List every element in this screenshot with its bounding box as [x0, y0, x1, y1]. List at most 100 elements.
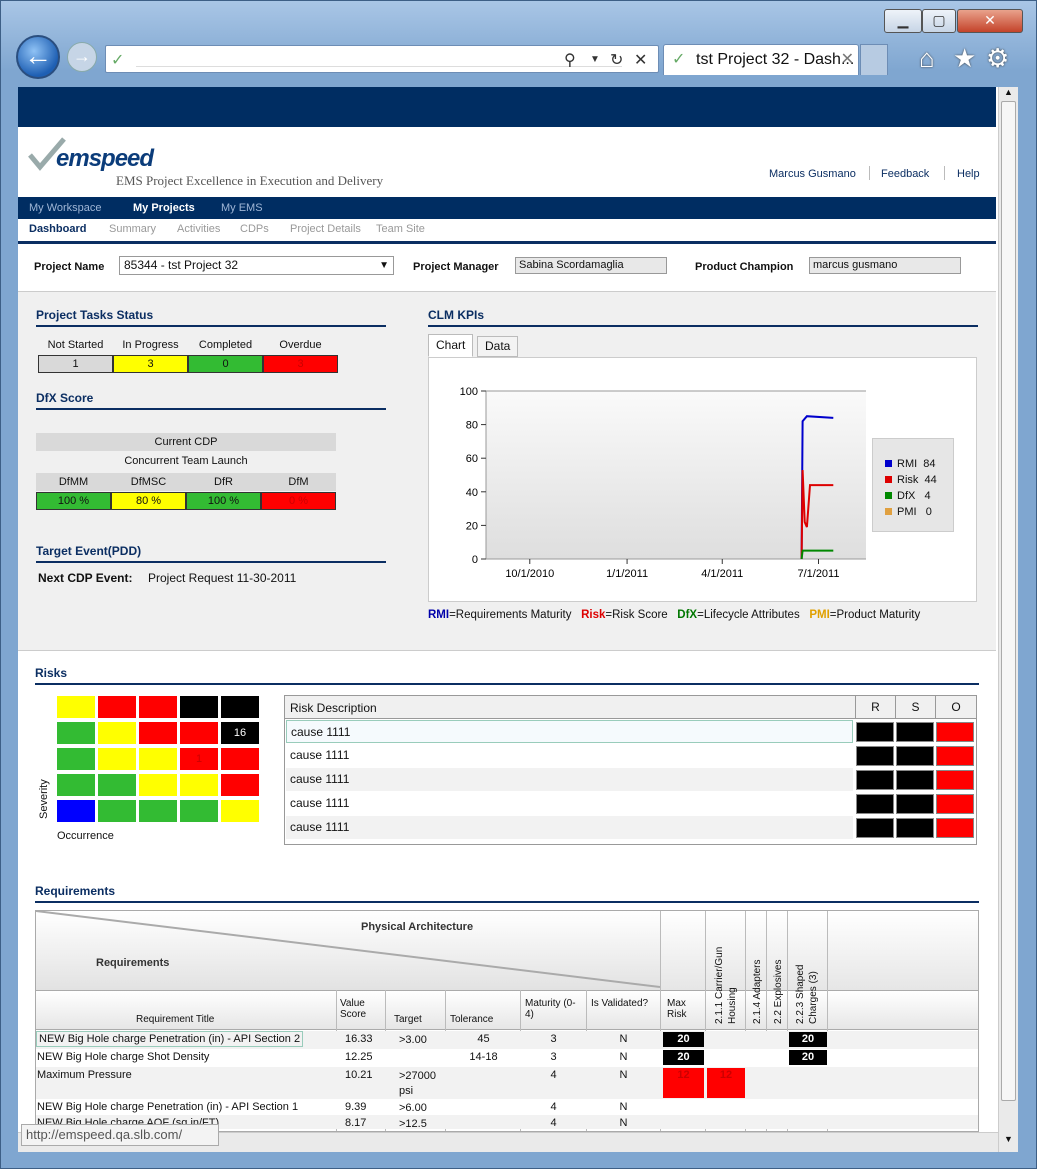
project-name-select[interactable]: 85344 - tst Project 32 ▼ [119, 256, 394, 275]
subnav-project-details[interactable]: Project Details [290, 223, 361, 235]
help-link[interactable]: Help [957, 168, 980, 180]
nav-my-workspace[interactable]: My Workspace [29, 202, 102, 214]
risk-row[interactable]: cause 1111 [286, 720, 853, 743]
new-tab-button[interactable] [860, 44, 888, 75]
risk-row[interactable]: cause 1111 [286, 816, 853, 839]
search-icon[interactable]: ⚲ [564, 50, 576, 70]
section-rule [428, 325, 978, 327]
url-input[interactable] [136, 51, 622, 67]
arch-col-explosives: 2.2 Explosives [773, 959, 784, 1024]
y-tick-label: 100 [460, 386, 478, 398]
subnav-dashboard[interactable]: Dashboard [29, 223, 86, 235]
tab-data[interactable]: Data [477, 336, 519, 357]
risk-score-cell[interactable]: 20 [789, 1032, 827, 1047]
r-cell [856, 770, 894, 790]
tasks-header: In Progress [122, 339, 179, 351]
maximize-button[interactable]: ▢ [922, 9, 956, 33]
s-cell [896, 746, 934, 766]
risk-matrix-cell[interactable]: 1 [179, 747, 219, 771]
close-window-button[interactable]: ✕ [957, 9, 1023, 33]
risk-score-cell[interactable]: 20 [663, 1032, 704, 1047]
risk-score-cell[interactable]: 12 [707, 1068, 745, 1098]
dfx-header: DfMSC [111, 473, 186, 491]
tasks-overdue[interactable]: 3 [263, 355, 338, 373]
scrollbar-thumb[interactable] [1001, 101, 1016, 1101]
project-manager-field[interactable]: Sabina Scordamaglia [515, 257, 667, 274]
tasks-completed[interactable]: 0 [188, 355, 263, 373]
project-name-label: Project Name [34, 261, 105, 273]
section-rule [35, 683, 979, 685]
user-name-link[interactable]: Marcus Gusmano [769, 168, 856, 180]
footer-text: =Lifecycle Attributes [697, 609, 800, 621]
subnav-activities[interactable]: Activities [177, 223, 220, 235]
status-bar-url: http://emspeed.qa.slb.com/ [21, 1124, 219, 1146]
subnav-cdps[interactable]: CDPs [240, 223, 269, 235]
risk-score-cell[interactable]: 12 [663, 1068, 704, 1098]
risk-score-cell[interactable]: 20 [663, 1050, 704, 1065]
stop-icon[interactable]: ✕ [634, 50, 647, 70]
tasks-in-progress[interactable]: 3 [113, 355, 188, 373]
dfx-dfmsc: 80 % [111, 492, 186, 510]
section-rule [36, 561, 386, 563]
favorites-icon[interactable]: ★ [953, 43, 976, 74]
tools-gear-icon[interactable]: ⚙ [986, 43, 1009, 74]
y-tick-label: 20 [466, 520, 478, 532]
risk-row[interactable]: cause 1111 [286, 792, 853, 815]
risk-score-cell[interactable]: 20 [789, 1050, 827, 1065]
dfx-header: DfMM [36, 473, 111, 491]
req-title: NEW Big Hole charge Shot Density [37, 1051, 210, 1063]
minimize-button[interactable]: ▁ [884, 9, 922, 33]
subnav-summary[interactable]: Summary [109, 223, 156, 235]
tasks-header: Overdue [279, 339, 322, 351]
footer-key: RMI [428, 609, 450, 621]
subnav-team-site[interactable]: Team Site [376, 223, 425, 235]
close-tab-icon[interactable]: ✕ [841, 45, 854, 75]
risk-matrix-cell [97, 695, 137, 719]
scroll-down-icon[interactable]: ▼ [1004, 1134, 1013, 1144]
logo-tagline: EMS Project Excellence in Execution and … [116, 173, 384, 188]
back-button[interactable]: ← [16, 35, 60, 79]
legend-value: 84 [923, 458, 936, 470]
nav-my-projects[interactable]: My Projects [133, 202, 195, 214]
nav-my-ems[interactable]: My EMS [221, 202, 263, 214]
home-icon[interactable]: ⌂ [919, 43, 935, 74]
r-cell [856, 794, 894, 814]
risks-title: Risks [35, 666, 68, 680]
req-maturity: 4 [550, 1117, 557, 1129]
dropdown-icon[interactable]: ▼ [590, 54, 600, 65]
requirement-row[interactable] [36, 1067, 978, 1099]
address-bar[interactable]: ✓ ⚲ ▼ ↻ ✕ [105, 45, 659, 73]
col-requirement-title: Requirement Title [136, 1014, 215, 1025]
risk-matrix-cell [56, 773, 96, 797]
kpi-footer-legend: RMI=Requirements Maturity Risk=Risk Scor… [428, 609, 920, 621]
tab-chart[interactable]: Chart [428, 334, 474, 357]
req-title: NEW Big Hole charge Penetration (in) - A… [37, 1101, 299, 1113]
physical-architecture-label: Physical Architecture [361, 921, 474, 933]
x-tick-label: 7/1/2011 [797, 568, 839, 580]
forward-button[interactable]: → [67, 42, 97, 72]
browser-tab[interactable]: ✓ tst Project 32 - Dash... ✕ [663, 44, 859, 75]
risk-row[interactable]: cause 1111 [286, 744, 853, 767]
feedback-link[interactable]: Feedback [881, 168, 929, 180]
req-value-score: 9.39 [345, 1101, 367, 1113]
col-target: Target [394, 1014, 422, 1025]
risk-table-header: Risk Description R S O [285, 696, 976, 719]
risk-matrix-cell[interactable]: 16 [220, 721, 260, 745]
tasks-not-started[interactable]: 1 [38, 355, 113, 373]
risk-matrix-cell [220, 747, 260, 771]
refresh-icon[interactable]: ↻ [610, 50, 623, 70]
risk-matrix-cell [56, 695, 96, 719]
legend-value: 4 [924, 490, 931, 502]
legend-pmi: PMI 0 [885, 506, 932, 518]
tasks-header: Not Started [47, 339, 104, 351]
target-title: Target Event(PDD) [36, 544, 142, 558]
risk-matrix-cell [179, 773, 219, 797]
req-target: >12.5 [399, 1118, 427, 1130]
risk-row[interactable]: cause 1111 [286, 768, 853, 791]
footer-key: DfX [677, 609, 698, 621]
scroll-up-icon[interactable]: ▲ [1004, 87, 1013, 97]
vertical-scrollbar[interactable]: ▲ ▼ [998, 87, 1018, 1152]
col-value-score: Value Score [340, 998, 367, 1020]
legend-label: PMI [897, 506, 917, 518]
product-champion-field[interactable]: marcus gusmano [809, 257, 961, 274]
